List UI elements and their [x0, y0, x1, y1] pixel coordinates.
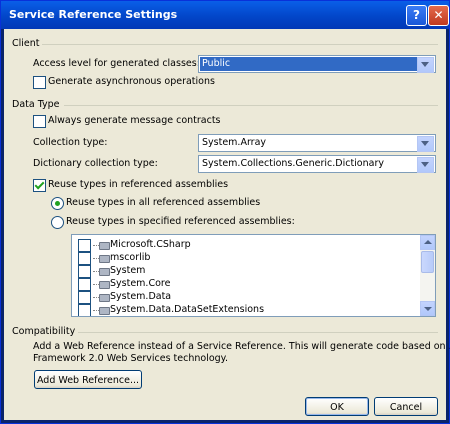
message-contracts-checkbox[interactable] [33, 115, 46, 128]
cancel-button[interactable]: Cancel [374, 397, 438, 416]
dialog-body: Client Access level for generated classe… [4, 29, 450, 420]
assembly-name: mscorlib [110, 252, 151, 263]
assembly-icon [99, 281, 110, 289]
assembly-name: System.Data.DataSetExtensions [110, 304, 265, 315]
assembly-name: System [110, 265, 146, 276]
compatibility-description-line1: Add a Web Reference instead of a Service… [33, 341, 450, 352]
async-operations-checkbox[interactable] [33, 76, 46, 89]
assembly-name: System.Core [110, 278, 171, 289]
list-scrollbar[interactable] [420, 235, 435, 316]
reuse-types-checkbox[interactable] [33, 179, 46, 192]
dictionary-type-value: System.Collections.Generic.Dictionary [202, 158, 384, 169]
scroll-down-icon[interactable] [420, 301, 435, 316]
list-item[interactable]: System.Data [78, 290, 418, 304]
assembly-icon [99, 242, 110, 250]
reuse-all-radio[interactable] [51, 197, 64, 210]
assembly-checkbox[interactable] [78, 304, 91, 316]
add-web-reference-button[interactable]: Add Web Reference... [34, 370, 142, 389]
assembly-icon [99, 294, 110, 302]
list-item[interactable]: System.Data.DataSetExtensions [78, 303, 418, 316]
list-item[interactable]: mscorlib [78, 251, 418, 265]
compatibility-section-heading: Compatibility [12, 326, 76, 337]
access-level-value: Public [202, 58, 231, 69]
async-operations-label: Generate asynchronous operations [48, 76, 215, 87]
scroll-thumb[interactable] [421, 251, 434, 273]
list-item[interactable]: Microsoft.CSharp [78, 238, 418, 252]
collection-type-value: System.Array [202, 137, 267, 148]
client-section-heading: Client [12, 38, 40, 49]
collection-type-dropdown[interactable]: System.Array [198, 134, 436, 152]
list-item[interactable]: System.Core [78, 277, 418, 291]
message-contracts-label: Always generate message contracts [48, 115, 221, 126]
chevron-down-icon[interactable] [417, 157, 434, 173]
reuse-types-label: Reuse types in referenced assemblies [48, 179, 229, 190]
access-level-dropdown[interactable]: Public [198, 55, 436, 73]
access-level-label: Access level for generated classes: [33, 58, 200, 69]
dictionary-type-dropdown[interactable]: System.Collections.Generic.Dictionary [198, 155, 436, 173]
close-button[interactable]: ✕ [428, 5, 449, 26]
collection-type-label: Collection type: [33, 137, 108, 148]
data-type-section-divider [64, 105, 438, 106]
help-button[interactable]: ? [406, 5, 427, 26]
compatibility-description-line2: Framework 2.0 Web Services technology. [33, 353, 228, 364]
reuse-all-label: Reuse types in all referenced assemblies [66, 197, 261, 208]
compatibility-section-divider [78, 332, 438, 333]
assembly-icon [99, 268, 110, 276]
dictionary-type-label: Dictionary collection type: [33, 158, 158, 169]
client-section-divider [42, 44, 438, 45]
assembly-name: System.Data [110, 291, 172, 302]
selection-highlight [200, 57, 417, 71]
assembly-icon [99, 307, 110, 315]
chevron-down-icon[interactable] [417, 136, 434, 152]
reuse-specified-radio[interactable] [51, 216, 64, 229]
data-type-section-heading: Data Type [12, 99, 60, 110]
dialog-title: Service Reference Settings [9, 8, 178, 21]
reuse-specified-label: Reuse types in specified referenced asse… [66, 216, 295, 227]
assembly-name: Microsoft.CSharp [110, 239, 191, 250]
assemblies-list[interactable]: Microsoft.CSharp mscorlib System System.… [71, 234, 436, 317]
title-bar[interactable]: Service Reference Settings ? ✕ [1, 1, 449, 29]
assembly-icon [99, 255, 110, 263]
dialog-window: Service Reference Settings ? ✕ Client Ac… [0, 0, 450, 424]
list-item[interactable]: System [78, 264, 418, 278]
scroll-up-icon[interactable] [420, 235, 435, 250]
ok-button[interactable]: OK [305, 397, 369, 416]
chevron-down-icon[interactable] [417, 57, 434, 73]
